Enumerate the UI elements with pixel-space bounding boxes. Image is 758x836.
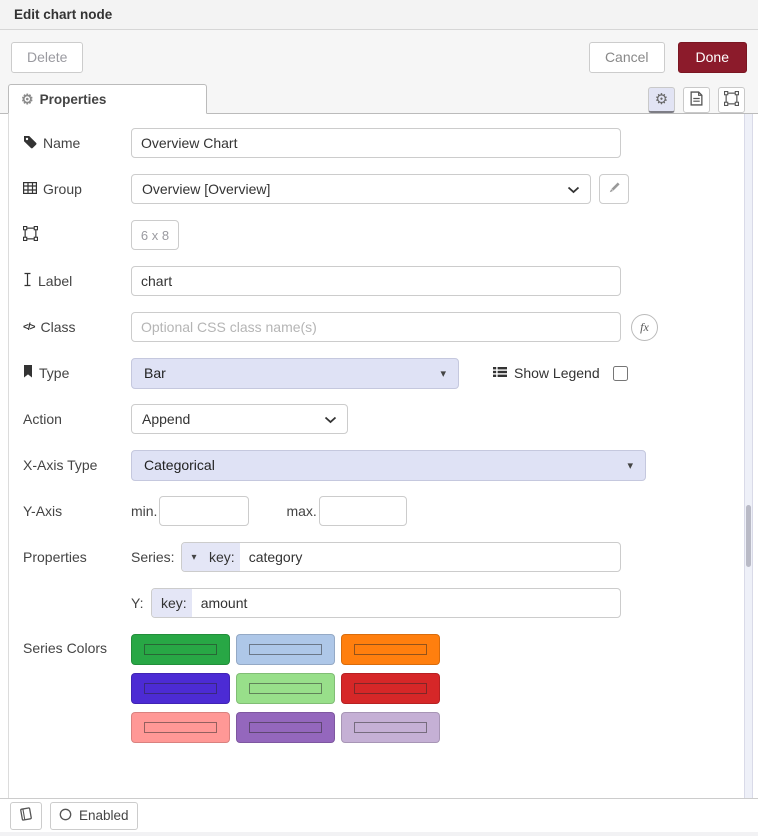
y-label: Y:	[131, 595, 151, 611]
row-size: 6 x 8	[23, 220, 758, 250]
show-legend-label: Show Legend	[514, 365, 600, 381]
enabled-toggle[interactable]: Enabled	[50, 802, 138, 830]
table-icon	[23, 181, 37, 197]
group-select[interactable]: Overview [Overview]	[131, 174, 591, 204]
delete-button[interactable]: Delete	[11, 42, 83, 73]
row-group: Group Overview [Overview]	[23, 174, 758, 204]
series-colors-grid	[131, 634, 440, 743]
row-series-colors: Series Colors	[23, 634, 758, 743]
y-key-field[interactable]	[192, 589, 620, 617]
show-legend-group: Show Legend	[493, 365, 628, 381]
xaxis-type-select[interactable]: Categorical ▾	[131, 450, 646, 481]
series-color-swatch[interactable]	[236, 673, 335, 704]
series-color-swatch[interactable]	[131, 634, 230, 665]
enabled-label: Enabled	[79, 808, 129, 823]
row-type: Type Bar ▾ Show Legend	[23, 358, 758, 388]
series-color-swatch[interactable]	[236, 712, 335, 743]
row-name: Name	[23, 128, 758, 158]
dialog-toolbar: Delete Cancel Done	[0, 30, 758, 84]
chevron-down-icon	[324, 411, 337, 427]
size-label	[23, 226, 131, 244]
row-y-key: Y: key:	[23, 588, 758, 618]
gear-icon: ⚙	[21, 92, 34, 106]
yaxis-label: Y-Axis	[23, 503, 131, 519]
row-yaxis: Y-Axis min. max.	[23, 496, 758, 526]
appearance-frame-icon	[724, 91, 739, 109]
tab-button-appearance[interactable]	[718, 87, 745, 113]
dialog-header: Edit chart node	[0, 0, 758, 30]
list-icon	[493, 365, 507, 381]
y-typed-input: key:	[151, 588, 621, 618]
label-field[interactable]	[131, 266, 621, 296]
caret-down-icon: ▾	[440, 367, 446, 380]
status-circle-icon	[59, 808, 72, 824]
text-cursor-icon	[23, 272, 32, 290]
series-color-swatch[interactable]	[131, 712, 230, 743]
yaxis-max-field[interactable]	[319, 496, 407, 526]
series-typed-input: ▾ key:	[181, 542, 621, 572]
row-class: </> Class fx	[23, 312, 758, 342]
group-label: Group	[23, 181, 131, 197]
caret-down-icon: ▾	[627, 459, 633, 472]
tab-bar: ⚙ Properties ⚙	[0, 84, 758, 114]
group-edit-button[interactable]	[599, 174, 629, 204]
row-series: Properties Series: ▾ key:	[23, 542, 758, 572]
series-color-swatch[interactable]	[236, 634, 335, 665]
tab-properties-label: Properties	[40, 92, 107, 107]
series-color-swatch[interactable]	[341, 634, 440, 665]
label-label: Label	[23, 272, 131, 290]
size-frame-icon	[23, 226, 38, 244]
fx-button[interactable]: fx	[631, 314, 658, 341]
scrollbar[interactable]	[744, 114, 753, 798]
show-legend-checkbox[interactable]	[613, 366, 628, 381]
tab-icon-buttons: ⚙	[648, 87, 745, 113]
y-key-prefix: key:	[152, 589, 192, 617]
book-icon	[19, 807, 33, 824]
row-label: Label	[23, 266, 758, 296]
name-label: Name	[23, 135, 131, 152]
pencil-icon	[607, 181, 621, 198]
series-key-field[interactable]	[240, 543, 620, 571]
properties-row-label: Properties	[23, 549, 131, 565]
size-button[interactable]: 6 x 8	[131, 220, 179, 250]
yaxis-min-label: min.	[131, 503, 157, 519]
scrollbar-thumb[interactable]	[746, 505, 751, 567]
tab-button-properties[interactable]: ⚙	[648, 87, 675, 113]
chevron-down-icon	[567, 181, 580, 197]
yaxis-max-label: max.	[286, 503, 316, 519]
code-icon: </>	[23, 322, 34, 333]
series-type-dropdown-button[interactable]: ▾	[182, 543, 206, 571]
series-colors-label: Series Colors	[23, 640, 131, 656]
class-field[interactable]	[131, 312, 621, 342]
node-info-button[interactable]	[10, 802, 42, 830]
series-key-prefix: key:	[206, 543, 240, 571]
tag-icon	[23, 135, 37, 152]
series-color-swatch[interactable]	[131, 673, 230, 704]
series-color-swatch[interactable]	[341, 673, 440, 704]
series-label: Series:	[131, 549, 181, 565]
properties-form: Name Group Overview [Overview]	[8, 114, 758, 798]
class-label: </> Class	[23, 319, 131, 335]
row-xaxis: X-Axis Type Categorical ▾	[23, 450, 758, 480]
edit-chart-node-dialog: Edit chart node Delete Cancel Done ⚙ Pro…	[0, 0, 758, 832]
name-field[interactable]	[131, 128, 621, 158]
tab-button-description[interactable]	[683, 87, 710, 113]
row-action: Action Append	[23, 404, 758, 434]
gear-icon: ⚙	[655, 92, 668, 107]
action-label: Action	[23, 411, 131, 427]
type-label: Type	[23, 365, 131, 381]
bookmark-icon	[23, 365, 33, 381]
xaxis-label: X-Axis Type	[23, 457, 131, 473]
action-select[interactable]: Append	[131, 404, 348, 434]
dialog-title: Edit chart node	[14, 7, 112, 22]
done-button[interactable]: Done	[678, 42, 747, 73]
yaxis-min-field[interactable]	[159, 496, 249, 526]
series-color-swatch[interactable]	[341, 712, 440, 743]
cancel-button[interactable]: Cancel	[589, 42, 665, 73]
type-select[interactable]: Bar ▾	[131, 358, 459, 389]
document-icon	[690, 91, 703, 109]
dialog-footer: Enabled	[0, 798, 758, 832]
tab-properties[interactable]: ⚙ Properties	[8, 84, 207, 114]
